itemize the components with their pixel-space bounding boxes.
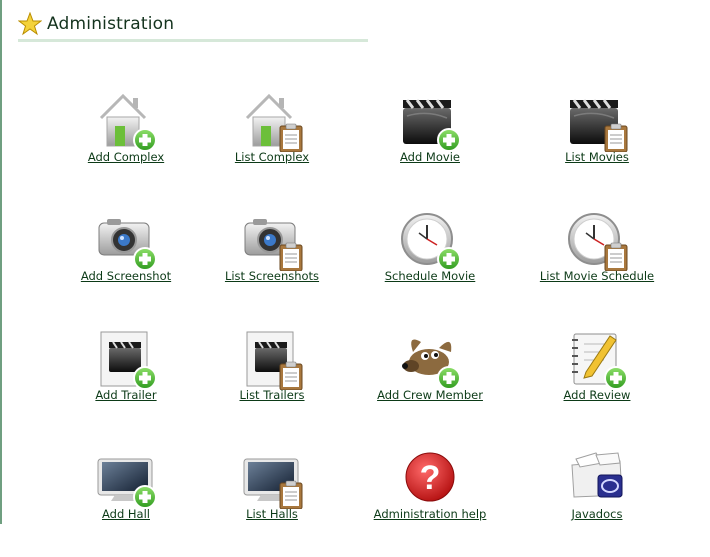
list-screenshots-link[interactable]: List Screenshots	[192, 209, 352, 319]
list-trailers-link[interactable]: List Trailers	[192, 328, 352, 438]
list-movies-link[interactable]: List Movies	[517, 90, 677, 200]
svg-text:?: ?	[420, 459, 441, 497]
list-halls-label[interactable]: List Halls	[192, 507, 352, 521]
notebook-pencil-add-icon	[572, 333, 628, 390]
clapper-list-icon	[568, 98, 628, 152]
administration-help-label[interactable]: Administration help	[350, 507, 510, 521]
add-trailer-link[interactable]: Add Trailer	[46, 328, 206, 438]
list-halls-link[interactable]: List Halls	[192, 447, 352, 557]
add-hall-label[interactable]: Add Hall	[46, 507, 206, 521]
clock-add-icon	[401, 213, 461, 271]
list-movies-label[interactable]: List Movies	[517, 150, 677, 164]
list-trailers-label[interactable]: List Trailers	[192, 388, 352, 402]
add-hall-link[interactable]: Add Hall	[46, 447, 206, 557]
list-movie-schedule-link[interactable]: List Movie Schedule	[517, 209, 677, 319]
add-trailer-label[interactable]: Add Trailer	[46, 388, 206, 402]
help-icon: ?	[405, 452, 455, 502]
list-complex-label[interactable]: List Complex	[192, 150, 352, 164]
schedule-movie-label[interactable]: Schedule Movie	[350, 269, 510, 283]
add-complex-link[interactable]: Add Complex	[46, 90, 206, 200]
add-crew-member-link[interactable]: Add Crew Member	[350, 328, 510, 438]
list-screenshots-label[interactable]: List Screenshots	[192, 269, 352, 283]
admin-grid: Add Complex List Complex Add Movie List …	[0, 0, 710, 524]
add-screenshot-label[interactable]: Add Screenshot	[46, 269, 206, 283]
add-screenshot-link[interactable]: Add Screenshot	[46, 209, 206, 319]
add-crew-member-label[interactable]: Add Crew Member	[350, 388, 510, 402]
gimp-mascot-add-icon	[402, 339, 461, 390]
javadocs-label[interactable]: Javadocs	[517, 507, 677, 521]
screen-list-icon	[243, 458, 303, 509]
house-add-icon	[99, 94, 157, 152]
clock-list-icon	[568, 213, 628, 271]
javadocs-link[interactable]: Javadocs	[517, 447, 677, 557]
list-complex-link[interactable]: List Complex	[192, 90, 352, 200]
add-movie-label[interactable]: Add Movie	[350, 150, 510, 164]
clapper-add-icon	[401, 98, 461, 152]
house-list-icon	[245, 94, 303, 152]
camera-list-icon	[244, 218, 303, 271]
add-review-label[interactable]: Add Review	[517, 388, 677, 402]
administration-help-link[interactable]: ? Administration help	[350, 447, 510, 557]
trailer-add-icon	[100, 331, 157, 390]
list-movie-schedule-label[interactable]: List Movie Schedule	[517, 269, 677, 283]
trailer-list-icon	[246, 331, 303, 390]
javadocs-icon	[571, 452, 623, 498]
camera-add-icon	[98, 218, 157, 271]
add-complex-label[interactable]: Add Complex	[46, 150, 206, 164]
add-review-link[interactable]: Add Review	[517, 328, 677, 438]
schedule-movie-link[interactable]: Schedule Movie	[350, 209, 510, 319]
screen-add-icon	[97, 458, 157, 509]
add-movie-link[interactable]: Add Movie	[350, 90, 510, 200]
